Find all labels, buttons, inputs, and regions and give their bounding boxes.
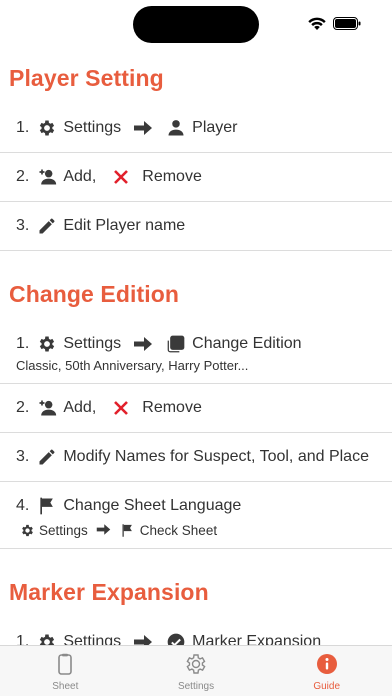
- path-label: Check Sheet: [139, 522, 218, 538]
- guide-content[interactable]: Player Setting 1. Settings Player 2. Add…: [0, 52, 392, 645]
- flag-icon: [120, 522, 136, 538]
- guide-step: 1. Settings Change Edition Classic, 50th…: [0, 320, 392, 384]
- gear-icon: [19, 522, 35, 538]
- section-title-marker-expansion: Marker Expansion: [9, 578, 209, 605]
- tab-settings[interactable]: Settings: [131, 646, 262, 696]
- info-icon: [316, 654, 337, 674]
- step-number: 1.: [16, 633, 30, 645]
- section-title-change-edition: Change Edition: [9, 280, 180, 307]
- arrow-right-icon: [96, 522, 112, 538]
- step-label: Add,: [63, 399, 97, 416]
- tab-label: Guide: [313, 681, 341, 692]
- step-label: Settings: [63, 119, 122, 136]
- guide-step: 2. Add, Remove: [0, 384, 392, 433]
- pencil-icon: [36, 446, 58, 468]
- section-title-player-setting: Player Setting: [9, 64, 164, 91]
- step-label: Player: [192, 119, 238, 136]
- step-number: 1.: [16, 335, 30, 352]
- step-label: Marker Expansion: [192, 633, 322, 645]
- step-label: Remove: [142, 168, 202, 185]
- edition-examples: Classic, 50th Anniversary, Harry Potter.…: [16, 358, 249, 373]
- step-label: Modify Names for Suspect, Tool, and Plac…: [63, 448, 369, 465]
- status-bar: [0, 0, 392, 50]
- guide-step: 4. Change Sheet Language Settings Check …: [0, 482, 392, 549]
- step-label: Change Edition: [192, 335, 302, 352]
- step-label: Remove: [142, 399, 202, 416]
- sheet-icon: [58, 653, 73, 675]
- person-add-icon: [36, 397, 58, 419]
- tab-label: Settings: [177, 681, 215, 692]
- guide-step: 3. Edit Player name: [0, 202, 392, 251]
- dynamic-island: [133, 6, 259, 43]
- step-number: 4.: [16, 497, 30, 514]
- guide-step: 1. Settings Player: [0, 104, 392, 153]
- tab-bar: Sheet Settings Guide: [0, 645, 392, 696]
- check-circle-icon: [165, 631, 187, 645]
- person-icon: [165, 117, 187, 139]
- gear-icon: [186, 654, 206, 674]
- tab-guide[interactable]: Guide: [261, 646, 392, 696]
- gear-icon: [36, 117, 58, 139]
- guide-step: 2. Add, Remove: [0, 153, 392, 202]
- wifi-icon: [308, 17, 326, 30]
- gear-icon: [36, 333, 58, 355]
- tab-sheet[interactable]: Sheet: [0, 646, 131, 696]
- step-number: 3.: [16, 217, 30, 234]
- copy-icon: [165, 333, 187, 355]
- x-icon: [112, 399, 130, 417]
- step-number: 1.: [16, 119, 30, 136]
- step-label: Add,: [63, 168, 97, 185]
- x-icon: [112, 168, 130, 186]
- guide-step: 3. Modify Names for Suspect, Tool, and P…: [0, 433, 392, 482]
- step-number: 2.: [16, 168, 30, 185]
- arrow-right-icon: [133, 334, 153, 354]
- flag-icon: [36, 495, 58, 517]
- arrow-right-icon: [133, 118, 153, 138]
- path-label: Settings: [39, 522, 88, 538]
- language-path: Settings Check Sheet: [16, 522, 392, 548]
- arrow-right-icon: [133, 632, 153, 645]
- pencil-icon: [36, 215, 58, 237]
- tab-label: Sheet: [52, 681, 79, 692]
- step-label: Change Sheet Language: [63, 497, 242, 514]
- person-add-icon: [36, 166, 58, 188]
- step-label: Settings: [63, 335, 122, 352]
- step-label: Settings: [63, 633, 122, 645]
- step-label: Edit Player name: [63, 217, 186, 234]
- gear-icon: [36, 631, 58, 645]
- step-number: 2.: [16, 399, 30, 416]
- guide-step: 1. Settings Marker Expansion: [0, 618, 392, 645]
- battery-icon: [333, 17, 361, 30]
- step-number: 3.: [16, 448, 30, 465]
